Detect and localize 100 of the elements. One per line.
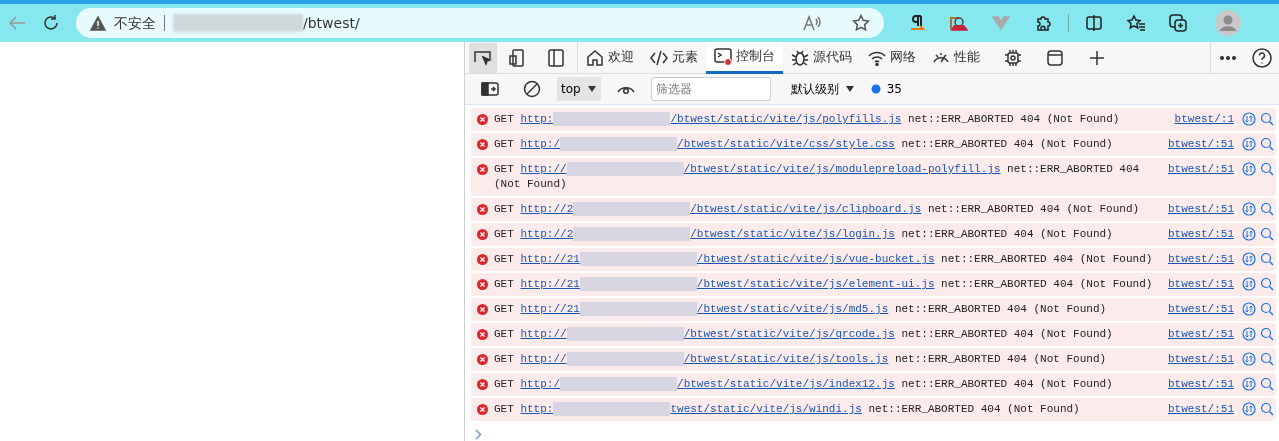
search-icon[interactable] bbox=[1260, 227, 1274, 241]
source-link[interactable]: btwest/:51 bbox=[1164, 227, 1234, 242]
network-request-icon[interactable] bbox=[1242, 162, 1256, 176]
network-request-icon[interactable] bbox=[1242, 327, 1256, 341]
request-url-link[interactable]: http:/ bbox=[520, 378, 561, 390]
log-level-dropdown[interactable]: 默认级别 bbox=[786, 77, 859, 101]
search-icon[interactable] bbox=[1260, 112, 1274, 126]
source-link[interactable]: btwest/:51 bbox=[1164, 352, 1234, 367]
code-icon bbox=[650, 48, 668, 67]
split-screen-icon bbox=[1085, 14, 1103, 32]
request-url-link[interactable]: http://2 bbox=[520, 228, 574, 240]
request-url-link[interactable]: twest/static/vite/js/windi.js bbox=[670, 403, 862, 415]
network-request-icon[interactable] bbox=[1242, 352, 1256, 366]
back-icon bbox=[7, 15, 27, 31]
request-url-link[interactable]: /btwest/static/vite/js/qrcode.js bbox=[683, 328, 895, 340]
context-dropdown[interactable]: top bbox=[557, 77, 601, 101]
error-message: GET http:// /btwest/static/vite/js/modulepreload-polyfill.js net::ERR_ABORTED 404 (Not Found) bbox=[494, 162, 1141, 192]
url-text: /btwest/ bbox=[303, 13, 360, 33]
search-icon[interactable] bbox=[1260, 377, 1274, 391]
network-request-icon[interactable] bbox=[1242, 112, 1256, 126]
caret-icon bbox=[844, 85, 855, 93]
request-url-link[interactable]: http:// bbox=[520, 163, 567, 175]
request-url-link[interactable]: /btwest/static/vite/js/vue-bucket.js bbox=[696, 253, 935, 265]
extensions-icon bbox=[1034, 14, 1052, 32]
filter-field[interactable]: 筛选器 bbox=[650, 77, 771, 101]
devtools-tab[interactable]: 欢迎 bbox=[578, 41, 642, 74]
network-request-icon[interactable] bbox=[1242, 402, 1256, 416]
request-url-link[interactable]: /btwest/static/vite/js/polyfills.js bbox=[670, 113, 902, 125]
search-icon[interactable] bbox=[1260, 202, 1274, 216]
error-icon bbox=[477, 279, 488, 290]
request-url-link[interactable]: /btwest/static/vite/js/tools.js bbox=[683, 353, 889, 365]
network-request-icon[interactable] bbox=[1242, 377, 1256, 391]
search-icon[interactable] bbox=[1260, 137, 1274, 151]
window-icon bbox=[1047, 49, 1063, 66]
search-icon[interactable] bbox=[1260, 162, 1274, 176]
source-link[interactable]: btwest/:51 bbox=[1164, 202, 1234, 217]
error-message: GET http://2 /btwest/static/vite/js/login.js net::ERR_ABORTED 404 (Not Found) bbox=[494, 227, 1114, 242]
devtools-tab[interactable]: 元素 bbox=[642, 41, 706, 74]
request-url-link[interactable]: http://21 bbox=[520, 278, 580, 290]
inspect-button[interactable] bbox=[469, 42, 497, 73]
error-message: GET http://21 /btwest/static/vite/js/element-ui.js net::ERR_ABORTED 404 (Not Found) bbox=[494, 277, 1154, 292]
magnifier-extension-icon bbox=[949, 14, 969, 32]
dock-side-icon bbox=[548, 48, 564, 67]
request-url-link[interactable]: /btwest/static/vite/css/style.css bbox=[677, 138, 895, 150]
request-url-link[interactable]: http://21 bbox=[520, 303, 580, 315]
request-url-link[interactable]: http://2 bbox=[520, 203, 574, 215]
network-request-icon[interactable] bbox=[1242, 202, 1256, 216]
devtools-tab[interactable]: 源代码 bbox=[783, 41, 860, 74]
request-url-link[interactable]: /btwest/static/vite/js/modulepreload-polyfill.js bbox=[683, 163, 1001, 175]
request-url-link[interactable]: /btwest/static/vite/js/md5.js bbox=[696, 303, 889, 315]
search-icon[interactable] bbox=[1260, 402, 1274, 416]
security-label: 不安全 bbox=[114, 13, 156, 33]
source-link[interactable]: btwest/:51 bbox=[1164, 377, 1234, 392]
warning-icon bbox=[90, 15, 106, 31]
devtools-tab[interactable]: 控制台 bbox=[706, 41, 783, 74]
source-link[interactable]: btwest/:51 bbox=[1164, 277, 1234, 292]
console-icon bbox=[714, 47, 732, 65]
network-request-icon[interactable] bbox=[1242, 137, 1256, 151]
error-message: GET http: twest/static/vite/js/windi.js net::ERR_ABORTED 404 (Not Found) bbox=[494, 402, 1081, 417]
bug-icon bbox=[791, 48, 809, 67]
network-request-icon[interactable] bbox=[1242, 302, 1256, 316]
search-icon[interactable] bbox=[1260, 352, 1274, 366]
request-url-link[interactable]: /btwest/static/vite/js/clipboard.js bbox=[690, 203, 922, 215]
devtools-tab[interactable]: 性能 bbox=[924, 41, 988, 74]
help-icon bbox=[1252, 47, 1272, 68]
request-url-link[interactable]: http://21 bbox=[520, 253, 580, 265]
request-url-link[interactable]: http:// bbox=[520, 353, 567, 365]
source-link[interactable]: btwest/:51 bbox=[1164, 137, 1234, 152]
source-link[interactable]: btwest/:51 bbox=[1164, 327, 1234, 342]
request-url-link[interactable]: http:// bbox=[520, 328, 567, 340]
source-link[interactable]: btwest/:51 bbox=[1164, 302, 1234, 317]
devtools-tab[interactable]: 网络 bbox=[860, 41, 924, 74]
request-url-link[interactable]: http:/ bbox=[520, 138, 561, 150]
search-icon[interactable] bbox=[1260, 252, 1274, 266]
source-link[interactable]: btwest/:51 bbox=[1164, 162, 1234, 177]
error-icon bbox=[477, 404, 488, 415]
source-link[interactable]: btwest/:51 bbox=[1164, 402, 1234, 417]
error-icon bbox=[477, 139, 488, 150]
address-bar[interactable]: 不安全 /btwest/ bbox=[76, 8, 884, 38]
search-icon[interactable] bbox=[1260, 327, 1274, 341]
request-url-link[interactable]: http: bbox=[520, 403, 554, 415]
error-message: GET http:/ /btwest/static/vite/js/index12.js net::ERR_ABORTED 404 (Not Found) bbox=[494, 377, 1114, 392]
network-request-icon[interactable] bbox=[1242, 227, 1256, 241]
home-icon bbox=[586, 48, 604, 67]
network-request-icon[interactable] bbox=[1242, 277, 1256, 291]
request-url-link[interactable]: /btwest/static/vite/js/login.js bbox=[690, 228, 895, 240]
request-url-link[interactable]: /btwest/static/vite/js/index12.js bbox=[677, 378, 895, 390]
request-url-link[interactable]: /btwest/static/vite/js/element-ui.js bbox=[696, 278, 935, 290]
search-icon[interactable] bbox=[1260, 302, 1274, 316]
source-link[interactable]: btwest/:1 bbox=[1164, 112, 1234, 127]
chevron-extension-icon bbox=[992, 15, 1010, 31]
request-url-link[interactable]: http: bbox=[520, 113, 554, 125]
error-message: GET http://21 /btwest/static/vite/js/md5.js net::ERR_ABORTED 404 (Not Found) bbox=[494, 302, 1108, 317]
issues-counter[interactable]: 35 bbox=[866, 77, 906, 101]
read-aloud-icon bbox=[802, 15, 822, 31]
error-message: GET http:/ /btwest/static/vite/css/style.css net::ERR_ABORTED 404 (Not Found) bbox=[494, 137, 1114, 152]
source-link[interactable]: btwest/:51 bbox=[1164, 252, 1234, 267]
error-icon bbox=[477, 354, 488, 365]
search-icon[interactable] bbox=[1260, 277, 1274, 291]
network-request-icon[interactable] bbox=[1242, 252, 1256, 266]
